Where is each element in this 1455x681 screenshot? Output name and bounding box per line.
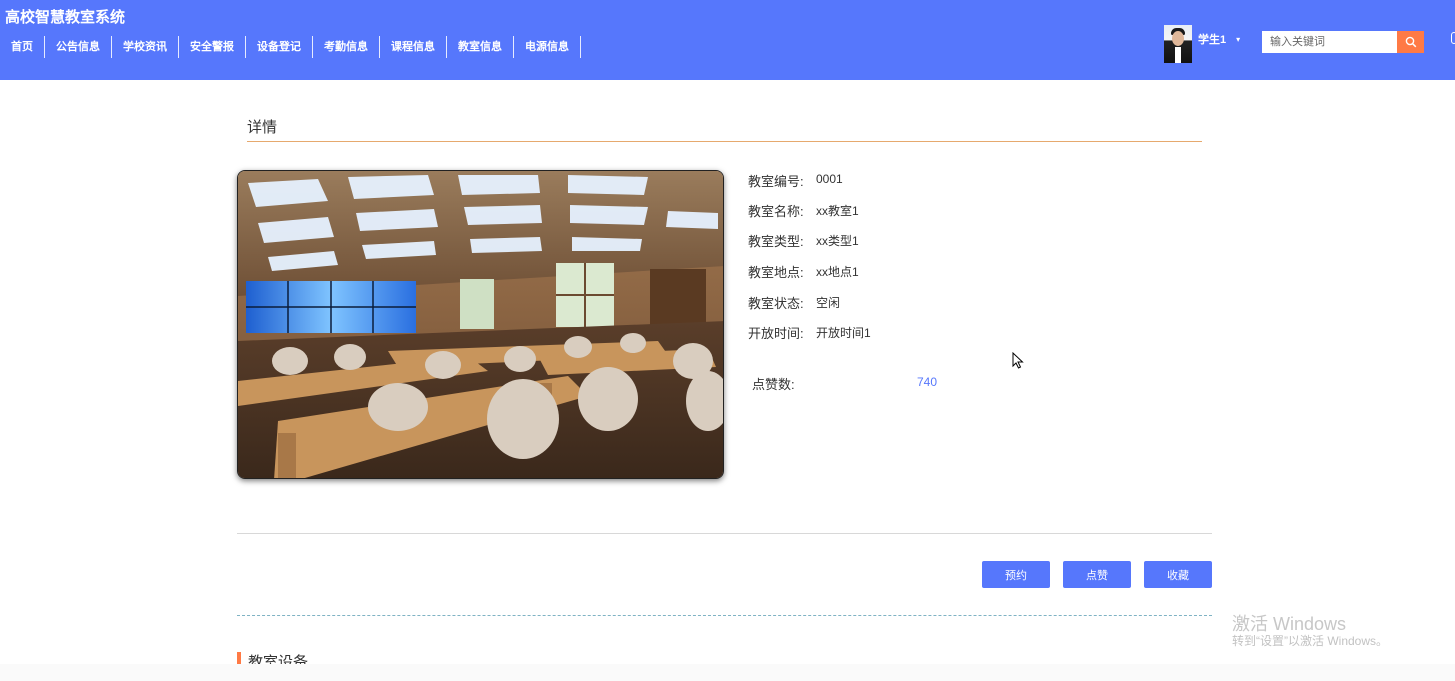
info-label: 教室状态:	[748, 296, 804, 311]
info-row-room-location: 教室地点: xx地点1	[748, 262, 859, 281]
detail-heading: 详情	[247, 119, 278, 136]
likes-label: 点赞数:	[752, 377, 795, 392]
dashed-divider	[237, 615, 1212, 616]
windows-activation-subtitle: 转到“设置”以激活 Windows。	[1232, 634, 1389, 648]
info-value: 空闲	[816, 296, 841, 310]
scroll-indicator-icon	[1451, 32, 1455, 44]
info-value: 0001	[816, 172, 843, 186]
divider	[237, 533, 1212, 534]
detail-heading-underline	[247, 141, 1202, 142]
nav-item-power[interactable]: 电源信息	[514, 36, 581, 58]
likes-count: 740	[917, 375, 938, 389]
info-value: xx地点1	[816, 265, 859, 279]
nav-item-attendance[interactable]: 考勤信息	[313, 36, 380, 58]
avatar[interactable]	[1164, 25, 1192, 63]
nav-item-courses[interactable]: 课程信息	[380, 36, 447, 58]
info-label: 开放时间:	[748, 326, 804, 341]
nav-item-security-alerts[interactable]: 安全警报	[179, 36, 246, 58]
user-menu[interactable]: 学生1 ▾	[1164, 25, 1240, 63]
info-row-room-name: 教室名称: xx教室1	[748, 201, 859, 220]
search-button[interactable]	[1397, 31, 1424, 53]
info-label: 教室地点:	[748, 265, 804, 280]
info-value: xx教室1	[816, 204, 859, 218]
nav-item-school-news[interactable]: 学校资讯	[112, 36, 179, 58]
main-nav: 首页 公告信息 学校资讯 安全警报 设备登记 考勤信息 课程信息 教室信息 电源…	[0, 36, 581, 58]
user-name[interactable]: 学生1	[1198, 31, 1226, 47]
mouse-cursor-icon	[1012, 352, 1024, 369]
info-row-room-type: 教室类型: xx类型1	[748, 231, 859, 250]
info-row-open-time: 开放时间: 开放时间1	[748, 323, 871, 342]
nav-item-equipment-registration[interactable]: 设备登记	[246, 36, 313, 58]
info-label: 教室名称:	[748, 204, 804, 219]
info-label: 教室编号:	[748, 174, 804, 189]
search-input[interactable]	[1262, 31, 1397, 53]
info-row-room-number: 教室编号: 0001	[748, 171, 843, 190]
info-value: 开放时间1	[816, 326, 871, 340]
chevron-down-icon[interactable]: ▾	[1236, 35, 1240, 44]
reserve-button[interactable]: 预约	[982, 561, 1050, 588]
nav-item-home[interactable]: 首页	[0, 36, 45, 58]
info-label: 教室类型:	[748, 234, 804, 249]
nav-item-announcements[interactable]: 公告信息	[45, 36, 112, 58]
search-icon	[1405, 36, 1416, 48]
top-header: 高校智慧教室系统 首页 公告信息 学校资讯 安全警报 设备登记 考勤信息 课程信…	[0, 0, 1455, 80]
classroom-photo	[237, 170, 724, 479]
favorite-button[interactable]: 收藏	[1144, 561, 1212, 588]
search-box	[1262, 31, 1424, 53]
info-row-room-status: 教室状态: 空闲	[748, 293, 840, 312]
nav-item-classrooms[interactable]: 教室信息	[447, 36, 514, 58]
bottom-edge	[0, 664, 1455, 681]
site-title: 高校智慧教室系统	[5, 9, 126, 26]
info-value: xx类型1	[816, 234, 859, 248]
like-button[interactable]: 点赞	[1063, 561, 1131, 588]
